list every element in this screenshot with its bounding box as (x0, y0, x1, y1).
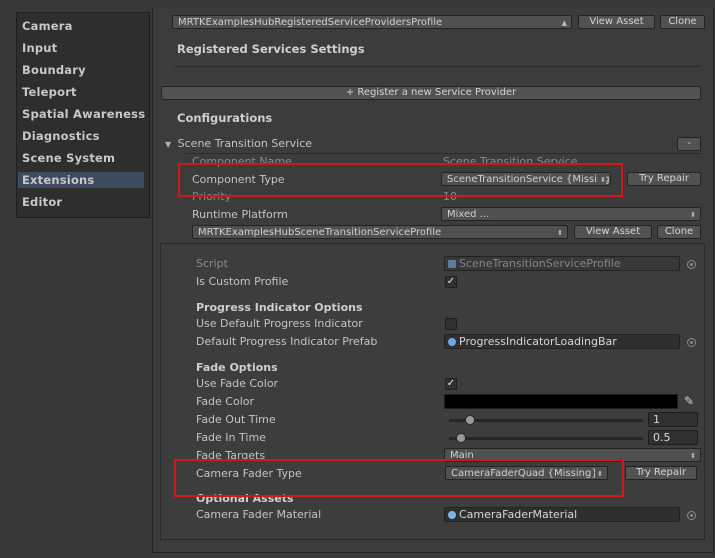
camera-fader-material-label: Camera Fader Material (196, 508, 322, 521)
service-foldout[interactable]: ▼ Scene Transition Service (165, 137, 312, 150)
material-icon (448, 511, 456, 519)
runtime-platform-label: Runtime Platform (192, 208, 288, 221)
registered-services-title: Registered Services Settings (177, 42, 365, 56)
clone-button[interactable]: Clone (660, 15, 705, 29)
fade-options-title: Fade Options (196, 361, 278, 374)
runtime-platform-value: Mixed ... (447, 209, 490, 220)
component-type-highlight-box (178, 163, 623, 197)
fade-out-time-field[interactable]: 1 (648, 412, 698, 427)
fade-out-time-label: Fade Out Time (196, 413, 276, 426)
try-repair-component-type-button[interactable]: Try Repair (627, 172, 701, 186)
dropdown-arrows-icon: ⬍ (557, 229, 563, 237)
sidebar-item-editor[interactable]: Editor (22, 195, 62, 209)
sidebar-item-diagnostics[interactable]: Diagnostics (22, 129, 100, 143)
dropdown-arrows-icon: ▲ (561, 19, 567, 27)
object-picker-icon (687, 260, 696, 269)
profile-sections-sidebar: Camera Input Boundary Teleport Spatial A… (16, 12, 150, 218)
register-service-provider-button[interactable]: + Register a new Service Provider (161, 86, 701, 100)
sidebar-item-scene-system[interactable]: Scene System (22, 151, 115, 165)
script-icon (448, 260, 456, 268)
default-progress-prefab-value: ProgressIndicatorLoadingBar (459, 335, 617, 348)
fade-color-swatch[interactable] (444, 394, 678, 409)
registered-services-profile-value: MRTKExamplesHubRegisteredServiceProvider… (178, 17, 443, 28)
service-view-asset-button[interactable]: View Asset (574, 225, 652, 239)
try-repair-camera-fader-button[interactable]: Try Repair (625, 466, 697, 480)
section-divider (174, 66, 700, 67)
object-picker-icon[interactable] (687, 338, 696, 347)
fade-in-slider-track[interactable] (449, 437, 643, 440)
dropdown-arrows-icon: ⬍ (690, 211, 696, 219)
progress-indicator-options-title: Progress Indicator Options (196, 301, 363, 314)
sidebar-item-spatial-awareness[interactable]: Spatial Awareness (22, 107, 145, 121)
service-clone-button[interactable]: Clone (657, 225, 701, 239)
object-picker-icon[interactable] (687, 511, 696, 520)
dropdown-arrows-icon: ⬍ (690, 452, 696, 460)
service-divider (185, 153, 701, 154)
eyedropper-icon[interactable]: ✎ (681, 394, 697, 409)
sidebar-item-camera[interactable]: Camera (22, 19, 73, 33)
view-asset-button[interactable]: View Asset (578, 15, 655, 29)
sidebar-item-boundary[interactable]: Boundary (22, 63, 86, 77)
fade-in-time-label: Fade In Time (196, 431, 266, 444)
default-progress-prefab-field[interactable]: ProgressIndicatorLoadingBar (444, 334, 680, 349)
service-profile-dropdown[interactable]: MRTKExamplesHubSceneTransitionServicePro… (192, 225, 568, 239)
camera-fader-type-highlight-box (174, 459, 624, 497)
service-foldout-label: Scene Transition Service (177, 137, 313, 150)
camera-fader-material-field[interactable]: CameraFaderMaterial (444, 507, 680, 522)
remove-service-button[interactable]: - (677, 137, 701, 151)
camera-fader-material-value: CameraFaderMaterial (459, 508, 578, 521)
use-fade-color-checkbox[interactable]: ✓ (445, 378, 457, 390)
use-default-progress-label: Use Default Progress Indicator (196, 317, 363, 330)
fade-color-label: Fade Color (196, 395, 255, 408)
service-profile-value: MRTKExamplesHubSceneTransitionServicePro… (198, 227, 442, 238)
sidebar-item-teleport[interactable]: Teleport (22, 85, 77, 99)
script-label: Script (196, 257, 228, 270)
fade-out-slider-track[interactable] (449, 419, 643, 422)
use-default-progress-checkbox[interactable] (445, 318, 457, 330)
default-progress-prefab-label: Default Progress Indicator Prefab (196, 335, 378, 348)
is-custom-profile-label: Is Custom Profile (196, 275, 289, 288)
prefab-icon (448, 338, 456, 346)
fade-in-time-field[interactable]: 0.5 (648, 430, 698, 445)
script-field: SceneTransitionServiceProfile (444, 256, 680, 271)
runtime-platform-dropdown[interactable]: Mixed ... ⬍ (441, 207, 701, 221)
sidebar-item-extensions[interactable]: Extensions (22, 173, 94, 187)
script-value: SceneTransitionServiceProfile (459, 257, 621, 270)
is-custom-profile-checkbox[interactable]: ✓ (445, 276, 457, 288)
use-fade-color-label: Use Fade Color (196, 377, 279, 390)
configurations-title: Configurations (177, 111, 273, 125)
registered-services-profile-dropdown[interactable]: MRTKExamplesHubRegisteredServiceProvider… (172, 15, 572, 29)
foldout-expanded-icon: ▼ (165, 140, 172, 149)
sidebar-item-input[interactable]: Input (22, 41, 57, 55)
